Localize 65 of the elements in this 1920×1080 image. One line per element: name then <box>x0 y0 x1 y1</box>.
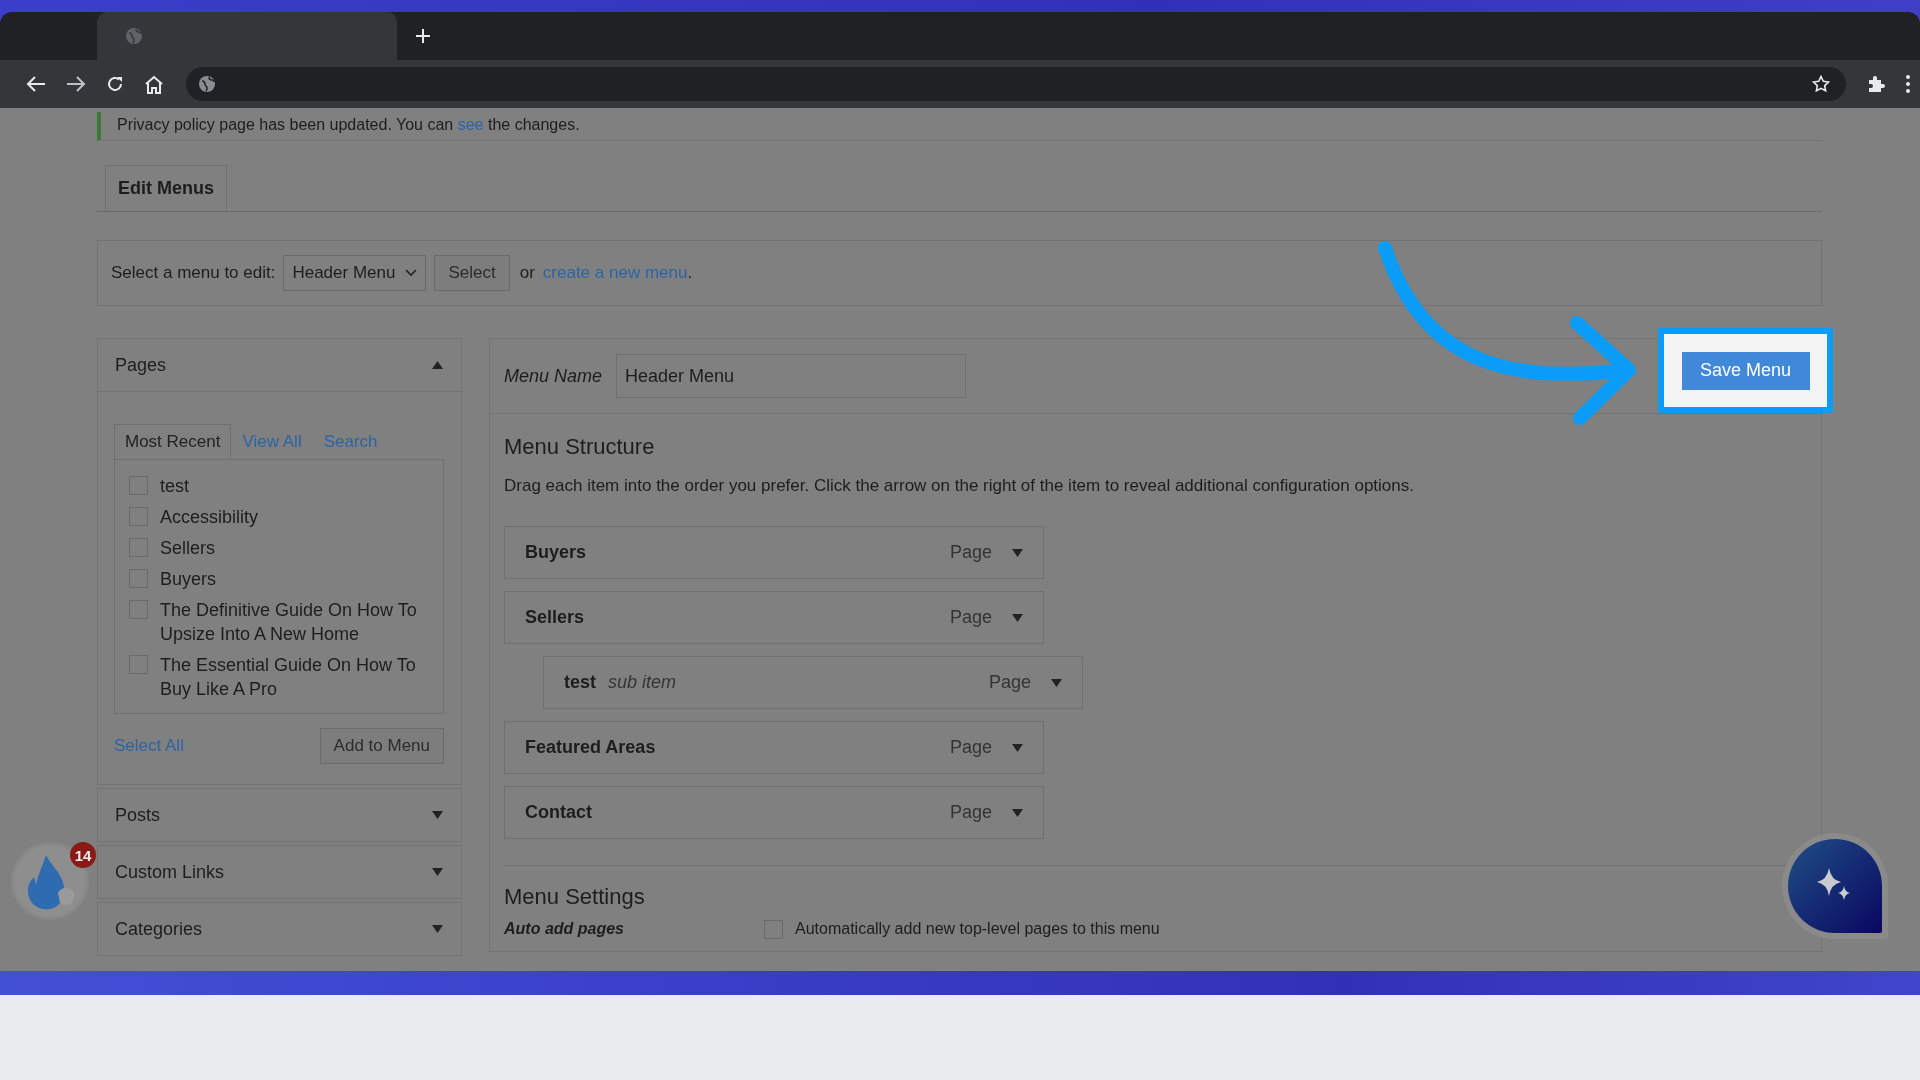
back-icon[interactable] <box>26 75 46 93</box>
menu-item[interactable]: Sellers Page <box>504 591 1044 644</box>
page-label: Buyers <box>160 568 218 591</box>
option-label: Automatically add new top-level pages to this menu <box>795 919 1160 938</box>
box-title: Posts <box>115 804 161 826</box>
item-type: Page <box>949 542 992 563</box>
menu-name-label: Menu Name <box>504 365 603 387</box>
select-label: Select a menu to edit: <box>111 263 276 283</box>
item-title: Sellers <box>525 607 585 628</box>
menu-item[interactable]: Buyers Page <box>504 526 1044 579</box>
home-icon[interactable] <box>144 74 164 94</box>
page-label: The Definitive Guide On How To Upsize Into A New Home <box>160 599 418 646</box>
menu-item[interactable]: Contact Page <box>504 786 1044 839</box>
page-label: Accessibility <box>160 506 260 529</box>
select-button[interactable]: Select <box>434 255 510 291</box>
item-type: Page <box>949 607 992 628</box>
more-icon[interactable] <box>1906 75 1910 93</box>
box-title: Custom Links <box>115 861 225 883</box>
page-label: The Essential Guide On How To Buy Like A Pro <box>160 654 417 701</box>
item-title: Featured Areas <box>525 737 656 758</box>
new-tab-icon[interactable] <box>415 28 431 44</box>
notification-badge: 14 <box>70 842 96 868</box>
or-text: or <box>519 263 535 283</box>
menu-item[interactable]: Featured Areas Page <box>504 721 1044 774</box>
instructions-text: Drag each item into the order you prefer. Click the arrow on the right of the item to reveal additional configuration options. <box>504 476 1415 496</box>
forward-icon[interactable] <box>66 75 86 93</box>
expand-arrow-icon[interactable] <box>1012 743 1023 752</box>
expand-arrow-icon[interactable] <box>1051 678 1062 687</box>
box-title: Pages <box>115 354 167 376</box>
expand-arrow-icon[interactable] <box>432 868 443 876</box>
panel-tab[interactable]: Most Recent <box>114 424 232 459</box>
globe-icon <box>198 75 216 93</box>
page-label: test <box>160 475 190 498</box>
reload-icon[interactable] <box>106 75 124 93</box>
expand-arrow-icon[interactable] <box>432 811 443 819</box>
section-heading: Menu Settings <box>504 884 646 910</box>
item-note: sub item <box>608 672 677 693</box>
expand-arrow-icon[interactable] <box>1012 808 1023 817</box>
item-type: Page <box>949 802 992 823</box>
period-text: . <box>687 263 693 282</box>
star-icon[interactable] <box>1812 75 1830 93</box>
add-to-menu-button[interactable]: Add to Menu <box>319 728 444 764</box>
collapse-arrow-icon[interactable] <box>432 361 443 369</box>
notice-text: the changes. <box>487 116 580 133</box>
globe-icon <box>125 27 143 45</box>
menu-name-field[interactable]: Header Menu <box>616 354 967 398</box>
expand-arrow-icon[interactable] <box>1012 613 1023 622</box>
chevron-icon <box>405 269 418 277</box>
item-type: Page <box>949 737 992 758</box>
menu-dropdown[interactable]: Header Menu <box>283 255 427 291</box>
save-menu-button[interactable]: Save Menu <box>1681 351 1810 390</box>
notice-text: Privacy policy page has been updated. You can <box>117 116 454 133</box>
menu-item[interactable]: test sub item Page <box>543 656 1083 709</box>
page-label: Sellers <box>160 537 217 560</box>
item-title: test <box>564 672 596 693</box>
puzzle-icon[interactable] <box>1866 74 1886 94</box>
item-title: Buyers <box>525 542 587 563</box>
expand-arrow-icon[interactable] <box>1012 548 1023 557</box>
nav-tab[interactable]: Edit Menus <box>105 165 227 211</box>
item-title: Contact <box>525 802 592 823</box>
box-title: Categories <box>115 918 203 940</box>
expand-arrow-icon[interactable] <box>432 925 443 933</box>
item-type: Page <box>988 672 1031 693</box>
setting-label: Auto add pages <box>504 919 625 938</box>
section-heading: Menu Structure <box>504 434 656 460</box>
